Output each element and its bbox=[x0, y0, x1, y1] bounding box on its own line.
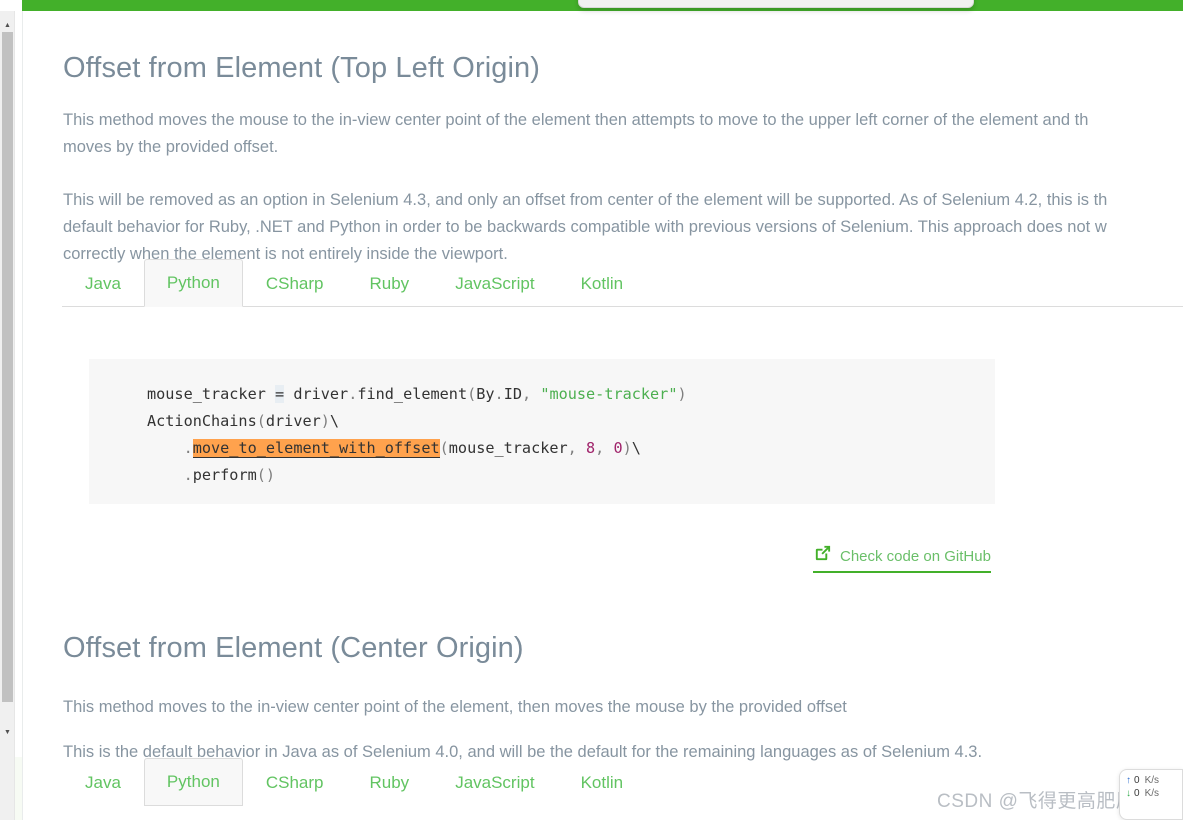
code-token: ) bbox=[622, 439, 632, 457]
section-1-paragraph-2: This will be removed as an option in Sel… bbox=[63, 187, 1183, 268]
code-token: 0 bbox=[613, 439, 623, 457]
code-token: \ bbox=[329, 412, 340, 430]
code-token: ( bbox=[439, 439, 449, 457]
top-bar-left-gap bbox=[0, 0, 22, 11]
code-token: ID bbox=[503, 385, 522, 403]
tab-java[interactable]: Java bbox=[62, 259, 144, 307]
github-link-label: Check code on GitHub bbox=[840, 547, 991, 565]
code-token: move_to_element_with_offset bbox=[192, 439, 440, 458]
code-token: ( bbox=[256, 412, 266, 430]
code-token: . bbox=[183, 466, 193, 484]
tab-csharp[interactable]: CSharp bbox=[243, 259, 347, 307]
browser-viewport: ▲ ▼ Offset from Element (Top Left Origin… bbox=[0, 0, 1183, 820]
tab-csharp-2[interactable]: CSharp bbox=[243, 758, 347, 806]
scroll-down-arrow-icon[interactable]: ▼ bbox=[4, 729, 11, 736]
code-token: driver bbox=[284, 385, 349, 403]
paragraph-line: moves by the provided offset. bbox=[63, 138, 279, 156]
tab-java-2[interactable]: Java bbox=[62, 758, 144, 806]
tab-kotlin-2[interactable]: Kotlin bbox=[558, 758, 647, 806]
code-block-python[interactable]: mouse_tracker = driver.find_element(By.I… bbox=[89, 359, 995, 504]
code-token: , bbox=[567, 439, 577, 457]
floating-search-popup[interactable] bbox=[578, 0, 974, 8]
code-token: . bbox=[183, 439, 193, 457]
code-token: driver bbox=[265, 412, 321, 430]
scroll-up-arrow-icon[interactable]: ▲ bbox=[4, 22, 11, 29]
code-token: ( bbox=[467, 385, 477, 403]
arrow-up-icon: ↑ bbox=[1126, 775, 1131, 786]
tab-javascript[interactable]: JavaScript bbox=[432, 259, 557, 307]
arrow-down-icon: ↓ bbox=[1126, 788, 1131, 799]
code-token: = bbox=[275, 385, 285, 403]
code-token: By bbox=[476, 385, 495, 403]
language-tabs-section-1: Java Python CSharp Ruby JavaScript Kotli… bbox=[62, 259, 1183, 307]
tab-ruby-2[interactable]: Ruby bbox=[347, 758, 433, 806]
code-token: ( bbox=[256, 466, 266, 484]
download-speed-value: 0 bbox=[1134, 788, 1140, 799]
tab-kotlin[interactable]: Kotlin bbox=[558, 259, 647, 307]
code-token: ) bbox=[265, 466, 276, 484]
code-token: ) bbox=[677, 385, 687, 403]
external-link-icon bbox=[813, 544, 832, 568]
upload-speed-value: 0 bbox=[1134, 775, 1140, 786]
code-token: ) bbox=[320, 412, 330, 430]
download-speed-row: ↓ 0 K/s bbox=[1126, 787, 1176, 800]
section-title-center-origin: Offset from Element (Center Origin) bbox=[63, 632, 524, 664]
code-token: 8 bbox=[585, 439, 596, 457]
code-token: ActionChains bbox=[147, 412, 257, 430]
code-token: mouse_tracker bbox=[448, 439, 568, 457]
code-token: . bbox=[494, 385, 504, 403]
code-text: mouse_tracker = driver.find_element(By.I… bbox=[147, 381, 995, 489]
code-token: find_element bbox=[357, 385, 468, 403]
tab-python[interactable]: Python bbox=[143, 259, 243, 307]
tab-ruby[interactable]: Ruby bbox=[347, 259, 433, 307]
paragraph-line: This method moves the mouse to the in-vi… bbox=[63, 111, 1089, 129]
code-token: , bbox=[522, 385, 532, 403]
code-token: mouse_tracker bbox=[147, 385, 266, 403]
vertical-scrollbar-thumb[interactable] bbox=[2, 32, 13, 702]
paragraph-line: This will be removed as an option in Sel… bbox=[63, 191, 1108, 209]
tab-javascript-2[interactable]: JavaScript bbox=[432, 758, 557, 806]
upload-speed-unit: K/s bbox=[1144, 775, 1160, 786]
section-2-paragraph-1: This method moves to the in-view center … bbox=[63, 698, 847, 716]
code-token: "mouse-tracker" bbox=[540, 385, 678, 403]
download-speed-unit: K/s bbox=[1144, 788, 1160, 799]
paragraph-line: default behavior for Ruby, .NET and Pyth… bbox=[63, 218, 1107, 236]
check-code-on-github-link[interactable]: Check code on GitHub bbox=[813, 544, 991, 573]
section-title-top-left-origin: Offset from Element (Top Left Origin) bbox=[63, 52, 541, 84]
code-token: \ bbox=[631, 439, 641, 457]
section-1-paragraph-1: This method moves the mouse to the in-vi… bbox=[63, 107, 1183, 161]
network-speed-widget[interactable]: ↑ 0 K/s ↓ 0 K/s bbox=[1119, 769, 1183, 820]
page-left-edge-divider bbox=[22, 11, 23, 820]
code-token: , bbox=[595, 439, 605, 457]
code-token: perform bbox=[192, 466, 257, 484]
upload-speed-row: ↑ 0 K/s bbox=[1126, 774, 1176, 787]
tab-python-2[interactable]: Python bbox=[143, 758, 243, 806]
code-token: . bbox=[348, 385, 358, 403]
documentation-content: Offset from Element (Top Left Origin) Th… bbox=[23, 11, 1183, 820]
vertical-scrollbar-track[interactable]: ▲ ▼ bbox=[0, 11, 15, 820]
